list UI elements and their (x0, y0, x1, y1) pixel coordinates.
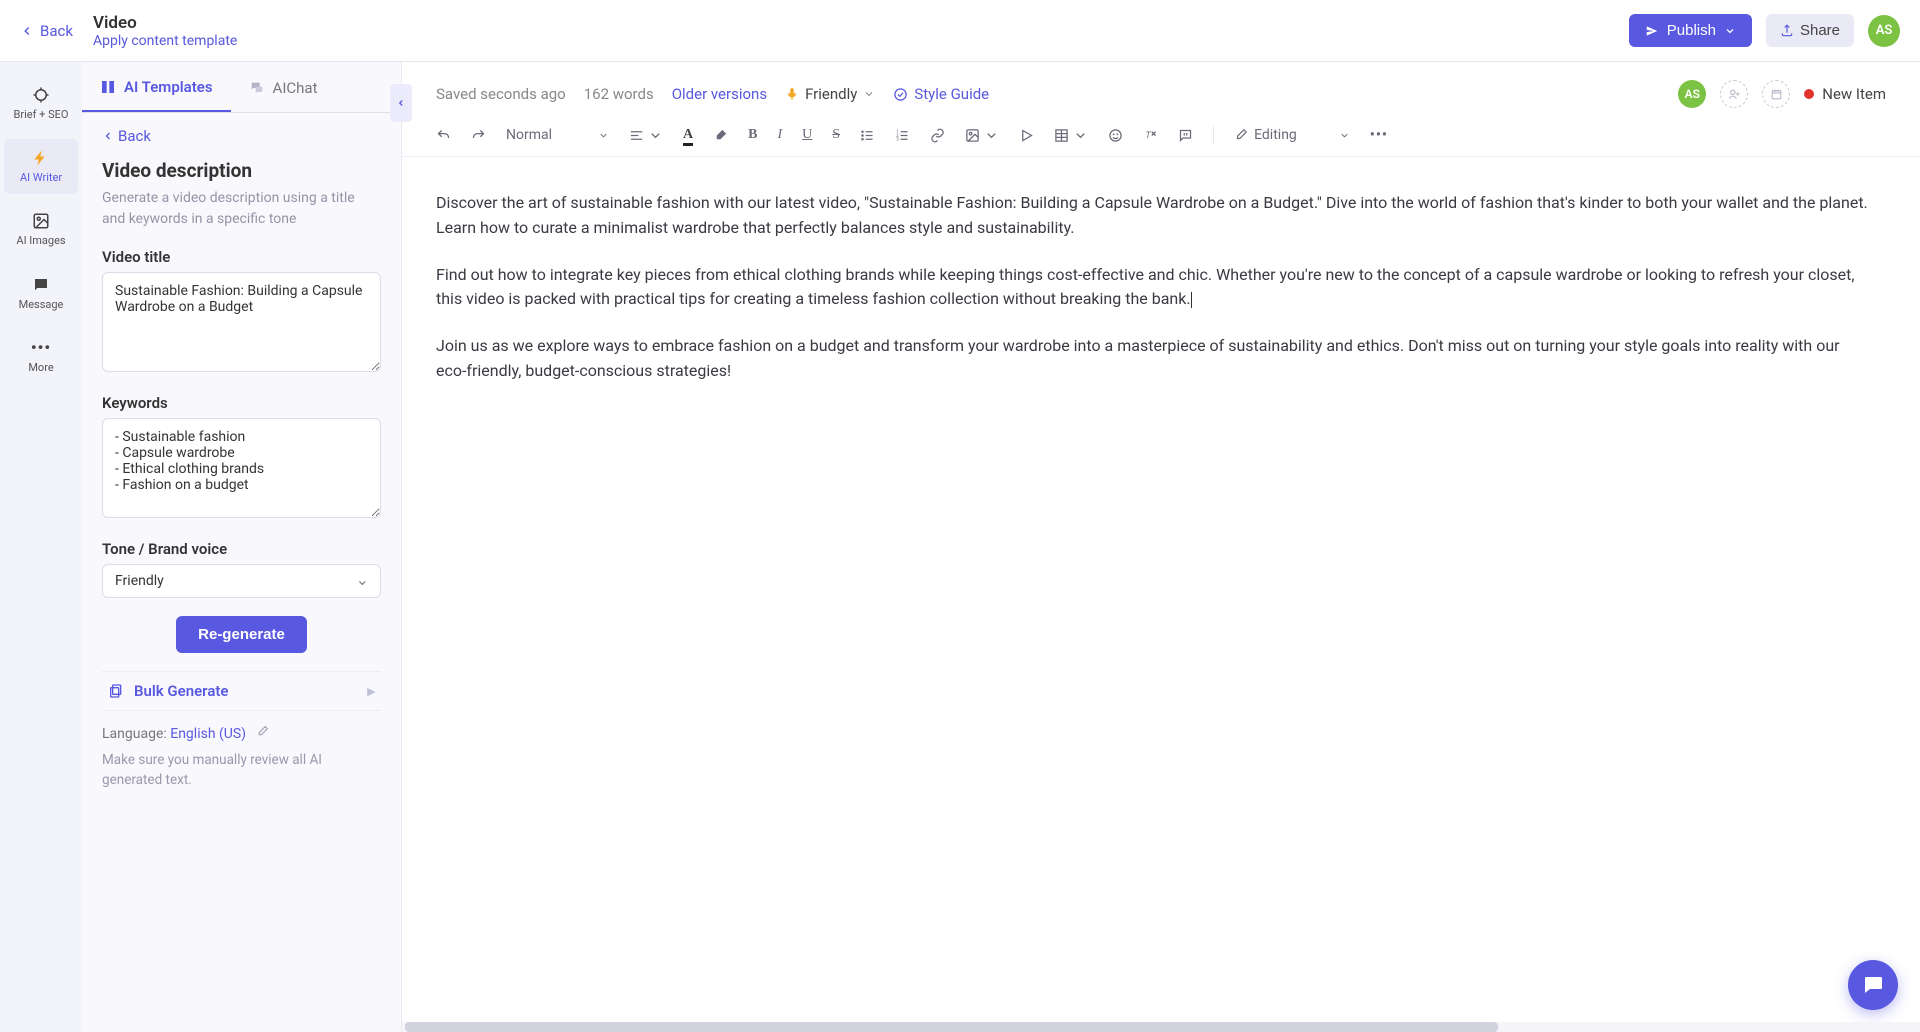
redo-button[interactable] (471, 128, 486, 143)
strikethrough-button[interactable]: S (832, 127, 840, 143)
highlight-button[interactable] (713, 128, 728, 143)
back-label: Back (40, 22, 73, 40)
back-button[interactable]: Back (20, 22, 73, 40)
rail-label: Brief + SEO (14, 108, 69, 121)
title-block: Video Apply content template (93, 13, 237, 49)
avatar[interactable]: AS (1868, 15, 1900, 47)
sidebar: AI Templates AIChat Back Video descripti… (82, 62, 402, 1032)
rail-item-message[interactable]: Message (4, 266, 78, 321)
status-chip[interactable]: New Item (1804, 85, 1886, 103)
bold-button[interactable]: B (748, 127, 757, 143)
page-title: Video (93, 13, 237, 33)
paragraph: Join us as we explore ways to embrace fa… (436, 334, 1872, 384)
numbered-list-button[interactable]: 123 (895, 128, 910, 143)
share-label: Share (1800, 22, 1840, 39)
bulk-generate-button[interactable]: Bulk Generate ▸ (102, 671, 381, 711)
app-header: Back Video Apply content template Publis… (0, 0, 1920, 62)
mic-icon (785, 87, 799, 101)
avatar-small[interactable]: AS (1678, 80, 1706, 108)
rail-item-more[interactable]: ••• More (4, 329, 78, 384)
clear-format-button[interactable]: T (1143, 128, 1158, 143)
paragraph-style-select[interactable]: Normal (506, 127, 609, 143)
tab-ai-templates[interactable]: AI Templates (82, 62, 231, 112)
rail-label: More (28, 361, 53, 374)
keywords-label: Keywords (102, 394, 381, 412)
video-button[interactable] (1019, 128, 1034, 143)
document-body[interactable]: Discover the art of sustainable fashion … (402, 157, 1920, 1032)
emoji-button[interactable] (1108, 128, 1123, 143)
ai-warning-text: Make sure you manually review all AI gen… (102, 750, 381, 791)
style-guide-link[interactable]: Style Guide (893, 85, 989, 103)
status-dot-icon (1804, 89, 1814, 99)
rail-item-ai-writer[interactable]: AI Writer (4, 139, 78, 194)
sidebar-heading: Video description (102, 159, 381, 182)
editor-pane: Saved seconds ago 162 words Older versio… (402, 62, 1920, 1032)
video-title-input[interactable] (102, 272, 381, 372)
rail-label: Message (19, 298, 64, 311)
align-button[interactable] (629, 128, 663, 143)
chat-fab-button[interactable] (1848, 960, 1898, 1010)
saved-status: Saved seconds ago (436, 85, 566, 103)
language-line: Language: English (US) (102, 725, 381, 742)
rail-label: AI Images (16, 234, 65, 247)
edit-language-icon[interactable] (256, 726, 269, 742)
publish-label: Publish (1667, 22, 1716, 39)
chevron-right-icon: ▸ (367, 682, 375, 700)
collapse-sidebar-button[interactable] (390, 84, 412, 122)
publish-button[interactable]: Publish (1629, 14, 1752, 47)
image-button[interactable] (965, 128, 999, 143)
add-collaborator-button[interactable] (1720, 80, 1748, 108)
tone-label: Tone / Brand voice (102, 540, 381, 558)
paragraph: Find out how to integrate key pieces fro… (436, 263, 1872, 313)
regenerate-button[interactable]: Re-generate (176, 616, 307, 653)
comment-button[interactable] (1178, 128, 1193, 143)
sidebar-back-button[interactable]: Back (102, 127, 381, 145)
language-link[interactable]: English (US) (170, 726, 246, 742)
link-button[interactable] (930, 128, 945, 143)
video-title-label: Video title (102, 248, 381, 266)
editor-toolbar: Normal A B I U S 123 T (402, 116, 1920, 157)
undo-button[interactable] (436, 128, 451, 143)
tab-ai-chat[interactable]: AIChat (231, 62, 336, 112)
table-button[interactable] (1054, 128, 1088, 143)
share-button[interactable]: Share (1766, 14, 1854, 47)
horizontal-scrollbar[interactable] (402, 1022, 1920, 1032)
rail-item-ai-images[interactable]: AI Images (4, 202, 78, 257)
paragraph: Discover the art of sustainable fashion … (436, 191, 1872, 241)
left-rail: Brief + SEO AI Writer AI Images Message … (0, 62, 82, 1032)
bullet-list-button[interactable] (860, 128, 875, 143)
word-count: 162 words (584, 85, 654, 103)
rail-label: AI Writer (20, 171, 62, 184)
text-color-button[interactable]: A (683, 127, 693, 143)
editing-mode-select[interactable]: Editing (1234, 127, 1350, 143)
calendar-placeholder-button[interactable] (1762, 80, 1790, 108)
italic-button[interactable]: I (777, 127, 782, 143)
tone-selector[interactable]: Friendly (785, 85, 875, 103)
tone-select[interactable]: Friendly (102, 564, 381, 598)
svg-text:T: T (1146, 131, 1152, 141)
keywords-input[interactable] (102, 418, 381, 518)
underline-button[interactable]: U (802, 127, 812, 143)
apply-template-link[interactable]: Apply content template (93, 33, 237, 49)
older-versions-link[interactable]: Older versions (672, 85, 767, 103)
more-toolbar-button[interactable]: ••• (1370, 127, 1388, 143)
rail-item-brief-seo[interactable]: Brief + SEO (4, 76, 78, 131)
sidebar-description: Generate a video description using a tit… (102, 188, 381, 230)
svg-text:3: 3 (896, 137, 899, 142)
